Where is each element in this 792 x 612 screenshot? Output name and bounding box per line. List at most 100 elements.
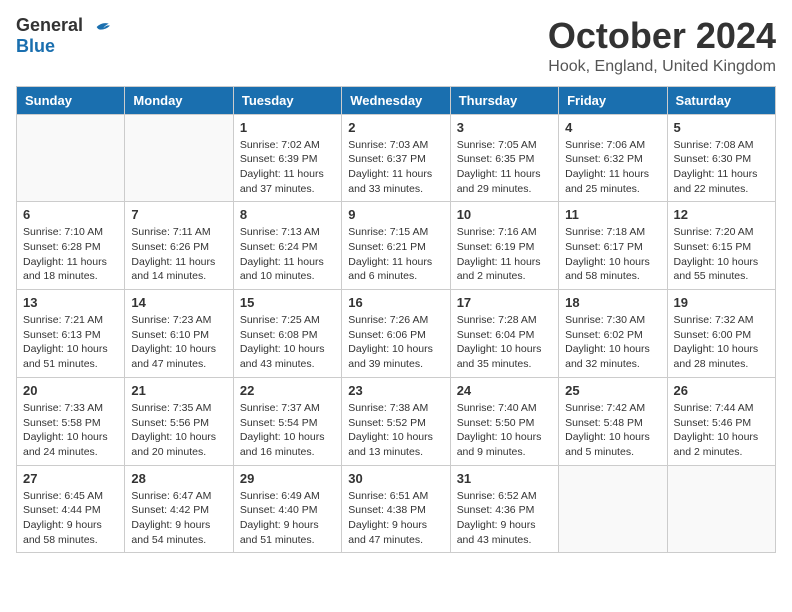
calendar-cell: 11 Sunrise: 7:18 AM Sunset: 6:17 PM Dayli… [559, 202, 667, 290]
title-area: October 2024 Hook, England, United Kingd… [548, 16, 776, 76]
day-number: 8 [240, 207, 335, 222]
day-number: 7 [131, 207, 226, 222]
day-info: Sunrise: 7:33 AM Sunset: 5:58 PM Dayligh… [23, 401, 118, 460]
day-number: 3 [457, 120, 552, 135]
day-number: 28 [131, 471, 226, 486]
logo-blue: Blue [16, 36, 55, 56]
day-info: Sunrise: 7:44 AM Sunset: 5:46 PM Dayligh… [674, 401, 769, 460]
day-info: Sunrise: 7:18 AM Sunset: 6:17 PM Dayligh… [565, 225, 660, 284]
calendar-cell: 7 Sunrise: 7:11 AM Sunset: 6:26 PM Daylig… [125, 202, 233, 290]
weekday-header-tuesday: Tuesday [233, 86, 341, 114]
day-info: Sunrise: 7:37 AM Sunset: 5:54 PM Dayligh… [240, 401, 335, 460]
day-number: 10 [457, 207, 552, 222]
day-info: Sunrise: 6:45 AM Sunset: 4:44 PM Dayligh… [23, 489, 118, 548]
calendar-week-2: 6Sunrise: 7:10 AM Sunset: 6:28 PM Daylig… [17, 202, 776, 290]
day-number: 14 [131, 295, 226, 310]
calendar-cell: 21Sunrise: 7:35 AM Sunset: 5:56 PM Dayli… [125, 377, 233, 465]
day-info: Sunrise: 7:16 AM Sunset: 6:19 PM Dayligh… [457, 225, 552, 284]
day-info: Sunrise: 7:25 AM Sunset: 6:08 PM Dayligh… [240, 313, 335, 372]
day-number: 29 [240, 471, 335, 486]
calendar-cell: 16 Sunrise: 7:26 AM Sunset: 6:06 PM Dayli… [342, 290, 450, 378]
calendar-cell: 8Sunrise: 7:13 AM Sunset: 6:24 PM Daylig… [233, 202, 341, 290]
day-number: 2 [348, 120, 443, 135]
day-info: Sunrise: 7:42 AM Sunset: 5:48 PM Dayligh… [565, 401, 660, 460]
calendar-cell: 22 Sunrise: 7:37 AM Sunset: 5:54 PM Dayli… [233, 377, 341, 465]
day-number: 26 [674, 383, 769, 398]
day-number: 23 [348, 383, 443, 398]
day-info: Sunrise: 6:47 AM Sunset: 4:42 PM Dayligh… [131, 489, 226, 548]
weekday-header-sunday: Sunday [17, 86, 125, 114]
calendar-cell [559, 465, 667, 553]
day-info: Sunrise: 7:30 AM Sunset: 6:02 PM Dayligh… [565, 313, 660, 372]
day-info: Sunrise: 7:11 AM Sunset: 6:26 PM Dayligh… [131, 225, 226, 284]
calendar-cell: 2 Sunrise: 7:03 AM Sunset: 6:37 PM Daylig… [342, 114, 450, 202]
calendar-week-5: 27 Sunrise: 6:45 AM Sunset: 4:44 PM Dayli… [17, 465, 776, 553]
calendar-cell: 10 Sunrise: 7:16 AM Sunset: 6:19 PM Dayli… [450, 202, 558, 290]
calendar-cell: 31 Sunrise: 6:52 AM Sunset: 4:36 PM Dayli… [450, 465, 558, 553]
day-info: Sunrise: 6:49 AM Sunset: 4:40 PM Dayligh… [240, 489, 335, 548]
day-number: 27 [23, 471, 118, 486]
day-info: Sunrise: 7:03 AM Sunset: 6:37 PM Dayligh… [348, 138, 443, 197]
day-info: Sunrise: 7:38 AM Sunset: 5:52 PM Dayligh… [348, 401, 443, 460]
logo: General Blue [16, 16, 110, 57]
calendar-week-3: 13Sunrise: 7:21 AM Sunset: 6:13 PM Dayli… [17, 290, 776, 378]
calendar-cell: 1Sunrise: 7:02 AM Sunset: 6:39 PM Daylig… [233, 114, 341, 202]
calendar-cell: 12Sunrise: 7:20 AM Sunset: 6:15 PM Dayli… [667, 202, 775, 290]
day-info: Sunrise: 7:15 AM Sunset: 6:21 PM Dayligh… [348, 225, 443, 284]
day-number: 5 [674, 120, 769, 135]
calendar-cell: 26 Sunrise: 7:44 AM Sunset: 5:46 PM Dayli… [667, 377, 775, 465]
day-number: 17 [457, 295, 552, 310]
calendar-cell: 15 Sunrise: 7:25 AM Sunset: 6:08 PM Dayli… [233, 290, 341, 378]
day-info: Sunrise: 7:06 AM Sunset: 6:32 PM Dayligh… [565, 138, 660, 197]
calendar-cell: 18 Sunrise: 7:30 AM Sunset: 6:02 PM Dayli… [559, 290, 667, 378]
day-number: 6 [23, 207, 118, 222]
calendar-cell: 14 Sunrise: 7:23 AM Sunset: 6:10 PM Dayli… [125, 290, 233, 378]
day-info: Sunrise: 6:52 AM Sunset: 4:36 PM Dayligh… [457, 489, 552, 548]
calendar-cell [125, 114, 233, 202]
month-title: October 2024 [548, 16, 776, 56]
logo-bird-icon [90, 17, 110, 37]
location-title: Hook, England, United Kingdom [548, 58, 776, 76]
day-number: 15 [240, 295, 335, 310]
calendar-cell: 3 Sunrise: 7:05 AM Sunset: 6:35 PM Daylig… [450, 114, 558, 202]
weekday-header-thursday: Thursday [450, 86, 558, 114]
day-number: 16 [348, 295, 443, 310]
weekday-header-saturday: Saturday [667, 86, 775, 114]
day-number: 12 [674, 207, 769, 222]
day-number: 30 [348, 471, 443, 486]
weekday-header-wednesday: Wednesday [342, 86, 450, 114]
header: General Blue October 2024 Hook, England,… [16, 16, 776, 76]
day-number: 13 [23, 295, 118, 310]
weekday-header-monday: Monday [125, 86, 233, 114]
weekday-header-friday: Friday [559, 86, 667, 114]
calendar-cell: 17 Sunrise: 7:28 AM Sunset: 6:04 PM Dayli… [450, 290, 558, 378]
calendar-cell: 29 Sunrise: 6:49 AM Sunset: 4:40 PM Dayli… [233, 465, 341, 553]
day-info: Sunrise: 6:51 AM Sunset: 4:38 PM Dayligh… [348, 489, 443, 548]
day-number: 31 [457, 471, 552, 486]
calendar-cell: 27 Sunrise: 6:45 AM Sunset: 4:44 PM Dayli… [17, 465, 125, 553]
calendar-cell [17, 114, 125, 202]
day-info: Sunrise: 7:23 AM Sunset: 6:10 PM Dayligh… [131, 313, 226, 372]
day-info: Sunrise: 7:35 AM Sunset: 5:56 PM Dayligh… [131, 401, 226, 460]
day-info: Sunrise: 7:28 AM Sunset: 6:04 PM Dayligh… [457, 313, 552, 372]
calendar-cell: 25 Sunrise: 7:42 AM Sunset: 5:48 PM Dayli… [559, 377, 667, 465]
calendar-cell: 20Sunrise: 7:33 AM Sunset: 5:58 PM Dayli… [17, 377, 125, 465]
day-info: Sunrise: 7:32 AM Sunset: 6:00 PM Dayligh… [674, 313, 769, 372]
day-number: 4 [565, 120, 660, 135]
day-info: Sunrise: 7:05 AM Sunset: 6:35 PM Dayligh… [457, 138, 552, 197]
day-info: Sunrise: 7:08 AM Sunset: 6:30 PM Dayligh… [674, 138, 769, 197]
day-number: 9 [348, 207, 443, 222]
calendar-cell [667, 465, 775, 553]
calendar-cell: 13Sunrise: 7:21 AM Sunset: 6:13 PM Dayli… [17, 290, 125, 378]
day-number: 22 [240, 383, 335, 398]
day-number: 1 [240, 120, 335, 135]
day-info: Sunrise: 7:40 AM Sunset: 5:50 PM Dayligh… [457, 401, 552, 460]
day-info: Sunrise: 7:26 AM Sunset: 6:06 PM Dayligh… [348, 313, 443, 372]
day-number: 24 [457, 383, 552, 398]
day-number: 25 [565, 383, 660, 398]
calendar-cell: 23 Sunrise: 7:38 AM Sunset: 5:52 PM Dayli… [342, 377, 450, 465]
day-number: 11 [565, 207, 660, 222]
calendar-week-4: 20Sunrise: 7:33 AM Sunset: 5:58 PM Dayli… [17, 377, 776, 465]
day-number: 18 [565, 295, 660, 310]
logo-general: General [16, 15, 83, 35]
